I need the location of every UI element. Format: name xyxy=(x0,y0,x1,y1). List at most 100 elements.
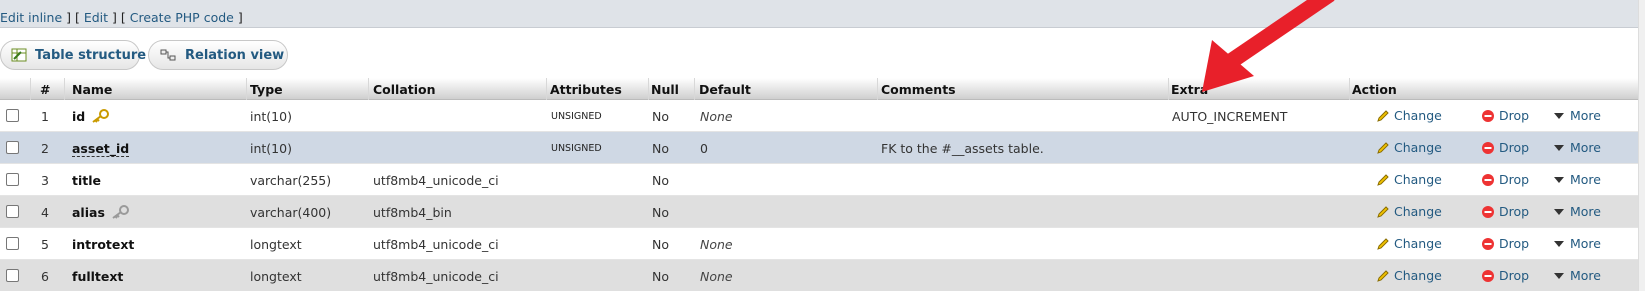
column-type: varchar(400) xyxy=(250,205,332,220)
column-header-null[interactable]: Null xyxy=(651,82,679,97)
row-checkbox[interactable] xyxy=(6,205,19,218)
column-null: No xyxy=(652,141,669,156)
more-dropdown[interactable]: More xyxy=(1552,172,1601,187)
drop-link[interactable]: Drop xyxy=(1481,204,1529,219)
table-row: 4 alias varchar(400) utf8mb4_bin No Chan… xyxy=(0,196,1638,228)
table-row: 6 fulltext longtext utf8mb4_unicode_ci N… xyxy=(0,260,1638,291)
index-key-icon xyxy=(111,205,129,222)
pencil-icon xyxy=(1376,269,1390,283)
column-name: alias xyxy=(72,205,105,220)
column-collation: utf8mb4_unicode_ci xyxy=(373,173,499,188)
column-name: introtext xyxy=(72,237,135,252)
relation-view-button[interactable]: Relation view xyxy=(148,40,288,70)
drop-icon xyxy=(1481,141,1495,155)
drop-link[interactable]: Drop xyxy=(1481,236,1529,251)
column-type: longtext xyxy=(250,269,302,284)
chevron-down-icon xyxy=(1552,109,1566,123)
column-null: No xyxy=(652,269,669,284)
primary-key-icon xyxy=(91,109,110,126)
pencil-icon xyxy=(1376,205,1390,219)
drop-link[interactable]: Drop xyxy=(1481,172,1529,187)
table-header: # Name Type Collation Attributes Null De… xyxy=(0,78,1638,100)
column-header-name[interactable]: Name xyxy=(72,82,112,97)
column-header-action: Action xyxy=(1352,82,1397,97)
top-link-bar: Edit inline ] [ Edit ] [ Create PHP code… xyxy=(0,0,1638,28)
row-number: 1 xyxy=(41,109,49,124)
column-comments: FK to the #__assets table. xyxy=(881,141,1044,156)
column-header-type[interactable]: Type xyxy=(250,82,283,97)
more-dropdown[interactable]: More xyxy=(1552,204,1601,219)
edit-inline-link[interactable]: Edit inline xyxy=(0,10,62,25)
row-checkbox[interactable] xyxy=(6,237,19,250)
column-header-attributes[interactable]: Attributes xyxy=(550,82,622,97)
row-number: 5 xyxy=(41,237,49,252)
column-name: fulltext xyxy=(72,269,124,284)
more-dropdown[interactable]: More xyxy=(1552,268,1601,283)
row-checkbox[interactable] xyxy=(6,109,19,122)
column-name: asset_id xyxy=(72,141,130,157)
change-link[interactable]: Change xyxy=(1376,108,1442,123)
more-dropdown[interactable]: More xyxy=(1552,140,1601,155)
column-type: int(10) xyxy=(250,109,292,124)
chevron-down-icon xyxy=(1552,205,1566,219)
chevron-down-icon xyxy=(1552,269,1566,283)
row-number: 3 xyxy=(41,173,49,188)
column-name: id xyxy=(72,109,86,124)
top-links: Edit inline ] [ Edit ] [ Create PHP code… xyxy=(0,10,243,25)
column-default: None xyxy=(700,109,733,124)
drop-icon xyxy=(1481,109,1495,123)
column-attributes: UNSIGNED xyxy=(551,143,602,154)
column-type: longtext xyxy=(250,237,302,252)
column-header-comments[interactable]: Comments xyxy=(881,82,956,97)
drop-link[interactable]: Drop xyxy=(1481,140,1529,155)
change-link[interactable]: Change xyxy=(1376,172,1442,187)
more-dropdown[interactable]: More xyxy=(1552,108,1601,123)
more-dropdown[interactable]: More xyxy=(1552,236,1601,251)
table-row: 2 asset_id int(10) UNSIGNED No 0 FK to t… xyxy=(0,132,1638,164)
row-checkbox[interactable] xyxy=(6,141,19,154)
column-header-extra[interactable]: Extra xyxy=(1171,82,1208,97)
row-checkbox[interactable] xyxy=(6,173,19,186)
table-row: 5 introtext longtext utf8mb4_unicode_ci … xyxy=(0,228,1638,260)
change-link[interactable]: Change xyxy=(1376,140,1442,155)
column-default: 0 xyxy=(700,141,708,156)
column-header-collation[interactable]: Collation xyxy=(373,82,436,97)
create-php-code-link[interactable]: Create PHP code xyxy=(130,10,234,25)
column-default: None xyxy=(700,237,733,252)
edit-link[interactable]: Edit xyxy=(84,10,108,25)
chevron-down-icon xyxy=(1552,237,1566,251)
column-header-number[interactable]: # xyxy=(40,82,50,97)
relation-view-label: Relation view xyxy=(185,47,285,63)
pencil-icon xyxy=(1376,109,1390,123)
drop-link[interactable]: Drop xyxy=(1481,268,1529,283)
vertical-scrollbar[interactable] xyxy=(1638,0,1645,291)
column-header-default[interactable]: Default xyxy=(699,82,751,97)
table-structure-label: Table structure xyxy=(35,47,147,63)
column-null: No xyxy=(652,109,669,124)
table-structure-button[interactable]: Table structure xyxy=(0,40,146,70)
column-attributes: UNSIGNED xyxy=(551,111,602,122)
row-number: 6 xyxy=(41,269,49,284)
column-collation: utf8mb4_unicode_ci xyxy=(373,269,499,284)
change-link[interactable]: Change xyxy=(1376,204,1442,219)
drop-icon xyxy=(1481,269,1495,283)
change-link[interactable]: Change xyxy=(1376,268,1442,283)
column-default: None xyxy=(700,269,733,284)
change-link[interactable]: Change xyxy=(1376,236,1442,251)
chevron-down-icon xyxy=(1552,173,1566,187)
row-checkbox[interactable] xyxy=(6,269,19,282)
chevron-down-icon xyxy=(1552,141,1566,155)
drop-icon xyxy=(1481,173,1495,187)
drop-link[interactable]: Drop xyxy=(1481,108,1529,123)
pencil-icon xyxy=(1376,141,1390,155)
table-structure-icon xyxy=(11,47,27,63)
relation-view-icon xyxy=(159,47,177,63)
column-null: No xyxy=(652,237,669,252)
row-number: 4 xyxy=(41,205,49,220)
table-row: 3 title varchar(255) utf8mb4_unicode_ci … xyxy=(0,164,1638,196)
column-extra: AUTO_INCREMENT xyxy=(1172,109,1288,124)
drop-icon xyxy=(1481,205,1495,219)
drop-icon xyxy=(1481,237,1495,251)
column-name: title xyxy=(72,173,101,188)
column-type: int(10) xyxy=(250,141,292,156)
